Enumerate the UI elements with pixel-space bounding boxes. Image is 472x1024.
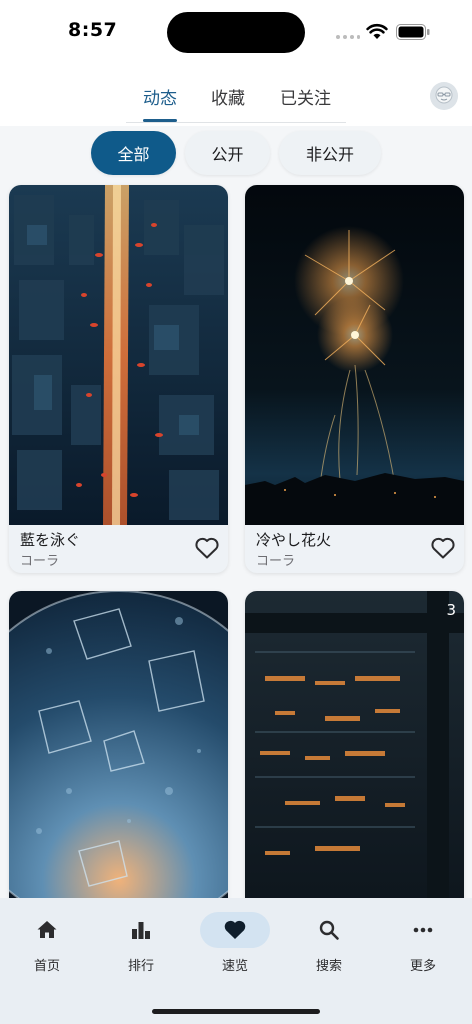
tab-bar: 动态 收藏 已关注 — [0, 64, 472, 126]
artwork-image — [245, 591, 464, 921]
heart-outline-icon[interactable] — [194, 536, 220, 560]
status-time: 8:57 — [68, 19, 118, 41]
filter-all-chip[interactable]: 全部 — [91, 131, 176, 175]
status-bar: 8:57 — [0, 0, 472, 64]
artwork-image — [245, 185, 464, 525]
artwork-image — [9, 591, 228, 921]
filter-private-chip[interactable]: 非公开 — [279, 131, 381, 175]
filter-public-chip[interactable]: 公开 — [185, 131, 270, 175]
card-author: コーラ — [256, 554, 296, 569]
nav-more[interactable]: 更多 — [376, 898, 470, 988]
tab-dynamic[interactable]: 动态 — [143, 84, 177, 109]
dynamic-island — [167, 12, 305, 53]
image-count-badge: 3 — [446, 601, 456, 619]
artwork-card[interactable]: 藍を泳ぐ コーラ — [9, 185, 228, 573]
cellular-signal-icon — [336, 35, 360, 40]
heart-icon — [224, 920, 246, 939]
nav-label: 搜索 — [315, 959, 342, 974]
avatar[interactable] — [430, 82, 458, 110]
tab-following[interactable]: 已关注 — [280, 84, 331, 109]
artwork-card[interactable]: 3 — [245, 591, 464, 921]
home-indicator[interactable] — [152, 1009, 320, 1014]
bottom-navigation: 首页 排行 速览 搜索 更多 — [0, 898, 472, 1024]
nav-search[interactable]: 搜索 — [282, 898, 376, 988]
nav-label: 首页 — [33, 959, 60, 974]
ranking-icon — [132, 922, 150, 939]
card-title: 冷やし花火 — [256, 531, 332, 549]
artwork-card[interactable] — [9, 591, 228, 921]
nav-label: 排行 — [127, 959, 154, 974]
nav-label: 更多 — [409, 959, 436, 974]
nav-ranking[interactable]: 排行 — [94, 898, 188, 988]
nav-home[interactable]: 首页 — [0, 898, 94, 988]
artwork-image — [9, 185, 228, 525]
more-icon — [413, 927, 433, 933]
home-icon — [37, 921, 57, 938]
card-author: コーラ — [20, 554, 60, 569]
nav-browse[interactable]: 速览 — [188, 898, 282, 988]
user-avatar-icon — [430, 82, 458, 110]
search-icon — [319, 920, 339, 940]
tab-divider — [126, 122, 346, 123]
nav-label: 速览 — [221, 959, 248, 974]
battery-icon — [396, 24, 430, 40]
heart-outline-icon[interactable] — [430, 536, 456, 560]
artwork-card[interactable]: 冷やし花火 コーラ — [245, 185, 464, 573]
tab-active-indicator — [143, 119, 177, 122]
tab-favorites[interactable]: 收藏 — [211, 84, 245, 109]
card-title: 藍を泳ぐ — [20, 531, 81, 549]
wifi-icon — [366, 23, 388, 39]
